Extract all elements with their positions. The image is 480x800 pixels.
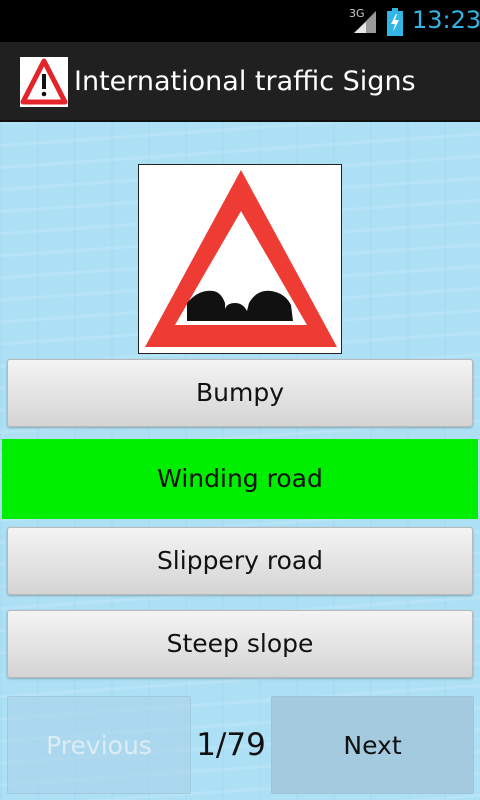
next-button[interactable]: Next: [271, 696, 474, 794]
bumpy-road-sign-icon: [145, 170, 337, 347]
status-bar: 3G 13:23: [0, 0, 480, 42]
quiz-screen: Bumpy Winding road Slippery road Steep s…: [0, 122, 480, 800]
traffic-sign-image: [138, 164, 342, 354]
app-title: International traffic Signs: [74, 66, 416, 97]
previous-button[interactable]: Previous: [7, 696, 191, 794]
action-bar: International traffic Signs: [0, 42, 480, 122]
answer-option-slippery-road[interactable]: Slippery road: [7, 527, 473, 595]
question-counter: 1/79: [196, 727, 266, 763]
answer-option-steep-slope[interactable]: Steep slope: [7, 610, 473, 678]
clock: 13:23: [412, 6, 480, 34]
warning-triangle-icon: [20, 57, 68, 107]
battery-charging-icon: [387, 8, 403, 36]
answer-option-bumpy[interactable]: Bumpy: [7, 359, 473, 427]
answer-option-winding-road[interactable]: Winding road: [2, 439, 478, 519]
signal-icon: [354, 11, 376, 33]
